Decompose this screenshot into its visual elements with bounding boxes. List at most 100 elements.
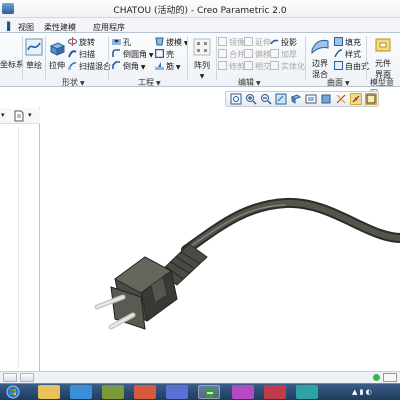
chamfer-button[interactable]: 倒角 ▼ [112,61,146,72]
document-icon[interactable] [14,110,24,122]
zoom-in-icon[interactable] [245,93,257,105]
taskbar-app-icon[interactable] [134,385,156,399]
group-separator [305,36,306,80]
sweep-icon [68,50,77,58]
refit-icon[interactable] [230,93,242,105]
saved-views-icon[interactable] [305,93,317,105]
graphics-window[interactable] [41,107,400,371]
creo-taskbar-icon[interactable] [198,385,220,399]
sketch-icon [25,38,43,56]
freestyle-button[interactable]: 自由式 [334,61,369,72]
intersect-label: 相交 [255,62,271,71]
taskbar-app-icon[interactable] [232,385,254,399]
settings-dropdown-icon[interactable]: ▾ [1,111,5,119]
mirror-button[interactable]: 镜像 [218,37,245,48]
round-button[interactable]: 倒圆角 ▼ [112,49,154,60]
thicken-icon [270,49,279,58]
rib-label: 筋 [166,62,174,71]
taskbar-app-icon[interactable] [102,385,124,399]
intersect-button[interactable]: 相交 [244,61,271,72]
spin-center-icon[interactable] [350,93,362,105]
extend-button[interactable]: 延伸 [244,37,271,48]
hole-icon [112,39,121,45]
ribbon-tabs: ▐ 视图 柔性建模 应用程序 [0,18,400,33]
browser-icon[interactable] [70,385,92,399]
merge-button[interactable]: 合并 [218,49,245,60]
swept-blend-icon [68,62,77,70]
fill-icon [334,37,343,46]
offset-button[interactable]: 偏移 [244,49,271,60]
taskbar-app-icon[interactable] [166,385,188,399]
extend-label: 延伸 [255,38,271,47]
annotation-display-icon[interactable] [365,93,377,105]
fill-label: 填充 [345,38,361,47]
trim-button[interactable]: 修剪 [218,61,245,72]
shell-icon [155,49,164,58]
intersect-icon [244,61,253,70]
reorient-icon[interactable] [290,93,302,105]
surfaces-group-label[interactable]: 曲面 ▼ [327,77,350,88]
sweep-button[interactable]: 扫描 [68,49,95,60]
engineering-group-label[interactable]: 工程 ▼ [138,77,161,88]
taskbar-app-icon[interactable] [296,385,318,399]
group-separator [216,36,217,80]
taskbar-app-icon[interactable] [264,385,286,399]
shell-button[interactable]: 壳 [155,49,174,60]
fill-button[interactable]: 填充 [334,37,361,48]
status-bar-icon[interactable] [20,373,34,382]
display-style-icon[interactable] [320,93,332,105]
tab-applications[interactable]: 应用程序 [89,20,129,33]
model-tree-panel[interactable]: ▾ ▾ [0,107,40,371]
rib-icon [155,62,164,70]
revolve-icon [68,37,77,46]
explorer-icon[interactable] [38,385,60,399]
boundary-blend-button[interactable]: 边界 混合 [308,36,332,80]
system-tray[interactable]: ▲ ▮ ◐ [352,388,396,398]
rib-button[interactable]: 筋 ▼ [155,61,181,72]
group-separator [366,36,367,80]
swept-blend-label: 扫描混合 [79,62,111,71]
sweep-label: 扫描 [79,50,95,59]
solidify-button[interactable]: 实体化 [270,61,305,72]
pattern-button[interactable]: 阵列 ▼ [191,38,213,80]
style-button[interactable]: 样式 [334,49,361,60]
group-separator [187,36,188,80]
window-title: CHATOU (活动的) - Creo Parametric 2.0 [113,6,287,16]
repaint-icon[interactable] [275,93,287,105]
group-separator [45,36,46,80]
draft-button[interactable]: 拔模 ▼ [155,37,189,48]
project-button[interactable]: 投影 [270,37,297,48]
revolve-button[interactable]: 旋转 [68,37,95,48]
editing-group-label[interactable]: 编辑 ▼ [238,77,261,88]
sketch-label: 草绘 [26,61,42,70]
start-icon[interactable] [2,385,24,399]
round-icon [112,49,120,57]
extrude-button[interactable]: 拉伸 [47,38,67,71]
ribbon: 坐标系 草绘 拉伸 旋转 扫描 扫描混合 形状 ▼ 孔 倒圆角 ▼ 倒角 ▼ 拔… [0,33,400,98]
tab-view[interactable]: 视图 [14,20,38,33]
merge-icon [218,49,227,58]
merge-label: 合并 [229,50,245,59]
hole-button[interactable]: 孔 [112,37,131,48]
offset-label: 偏移 [255,50,271,59]
swept-blend-button[interactable]: 扫描混合 [68,61,111,72]
hole-label: 孔 [123,38,131,47]
selection-filter-dropdown[interactable] [383,373,397,382]
project-label: 投影 [281,38,297,47]
tab-flexible-modeling[interactable]: 柔性建模 [40,20,80,33]
revolve-label: 旋转 [79,38,95,47]
sketch-button[interactable]: 草绘 [24,38,44,71]
datum-display-icon[interactable] [335,93,347,105]
solidify-icon [270,61,279,70]
shapes-group-label[interactable]: 形状 ▼ [62,77,85,88]
group-separator [108,36,109,80]
component-interface-button[interactable]: 元件 界面 [371,36,395,80]
app-menu-icon[interactable]: ▐ [0,20,14,33]
status-indicator-icon [373,374,380,381]
show-dropdown-icon[interactable]: ▾ [28,111,32,119]
zoom-out-icon[interactable] [260,93,272,105]
coordinate-system-button[interactable]: 坐标系 [0,59,24,70]
status-bar-icon[interactable] [3,373,17,382]
plug-model[interactable] [41,107,400,371]
thicken-button[interactable]: 加厚 [270,49,297,60]
